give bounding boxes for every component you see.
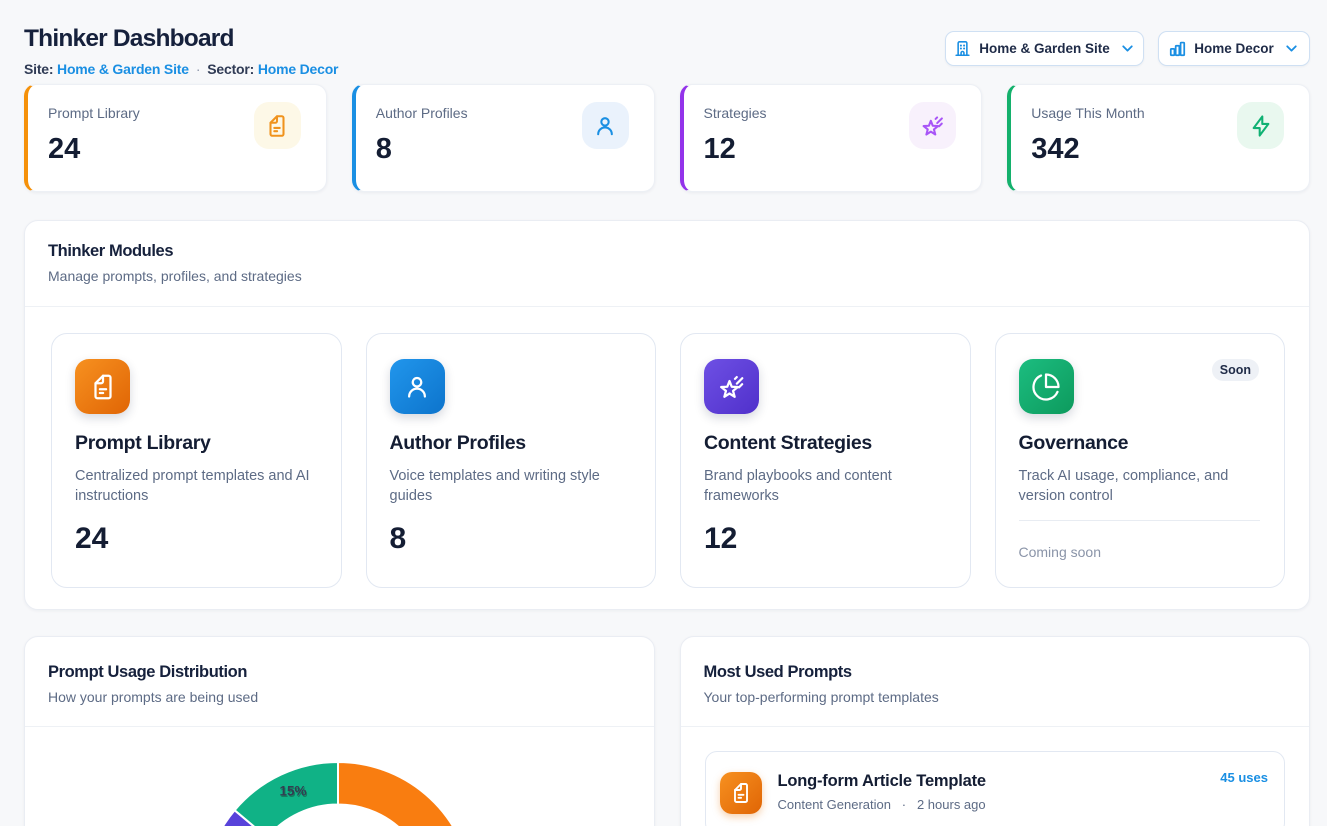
svg-text:15%: 15% — [279, 784, 306, 799]
